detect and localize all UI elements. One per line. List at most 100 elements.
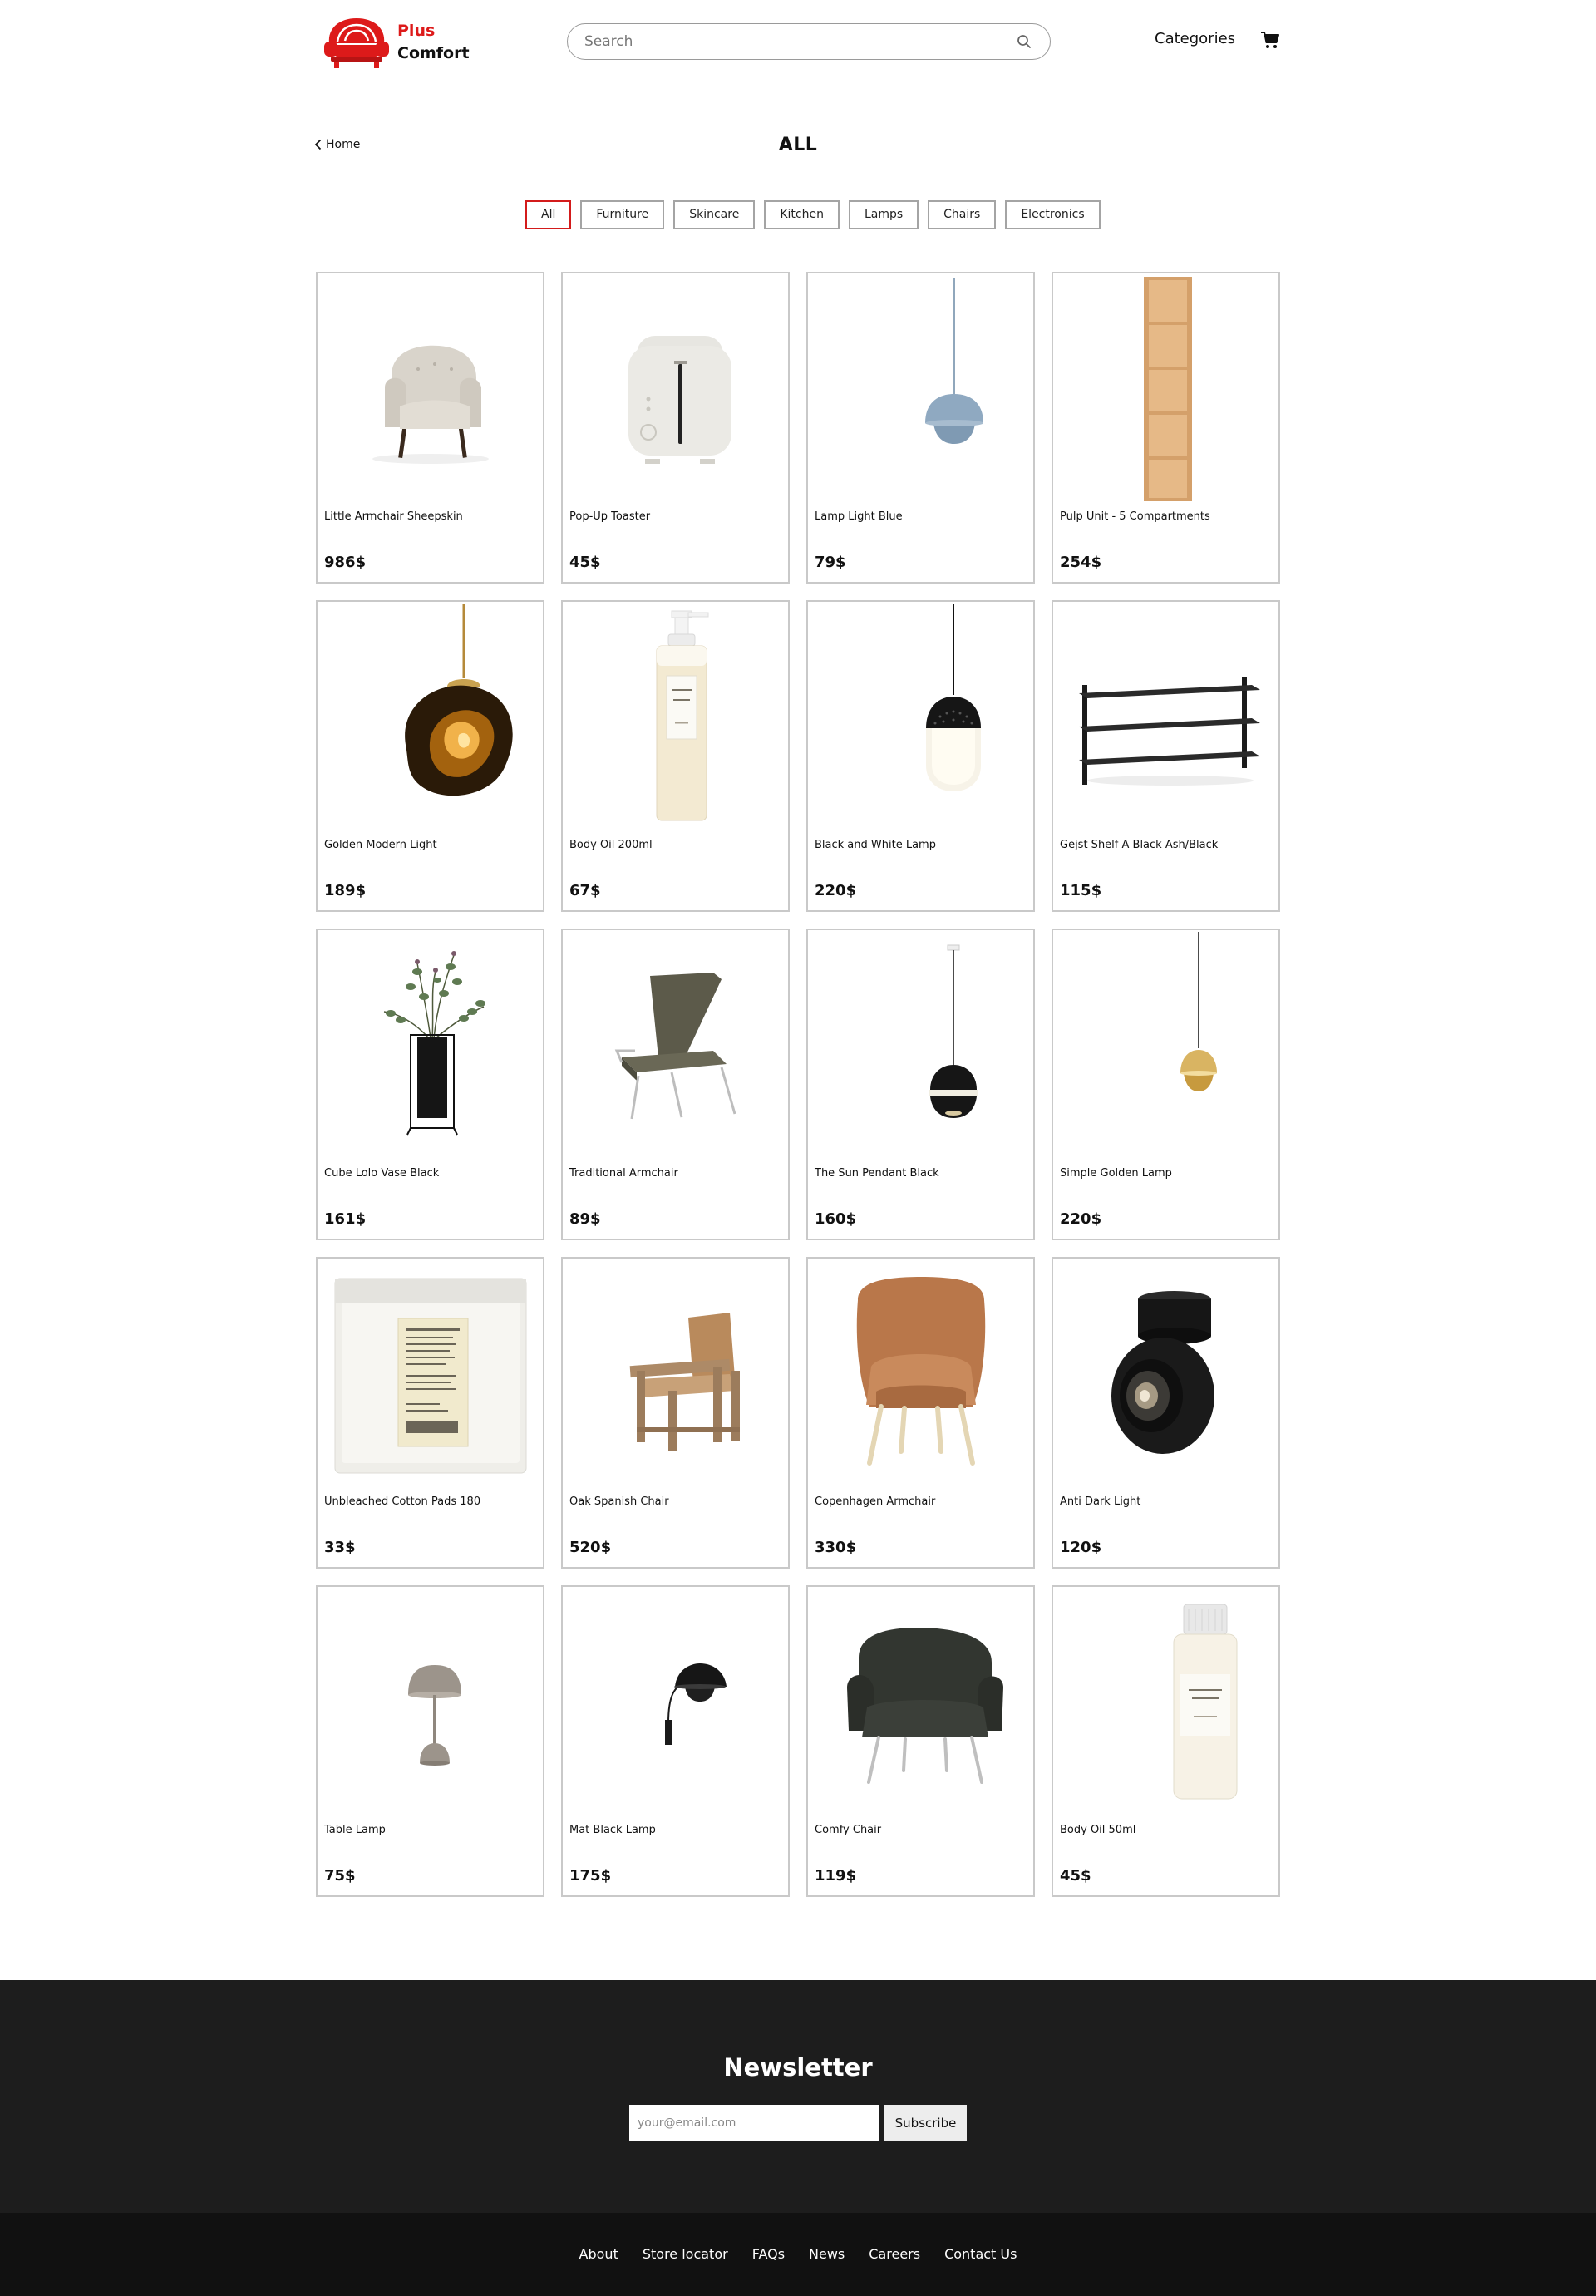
product-card[interactable]: Little Armchair Sheepskin 986$ <box>316 272 544 584</box>
newsletter-section: Newsletter Subscribe <box>0 1980 1596 2213</box>
product-card[interactable]: Table Lamp 75$ <box>316 1585 544 1897</box>
product-price: 220$ <box>815 882 857 899</box>
product-name: Body Oil 200ml <box>569 839 653 851</box>
product-price: 79$ <box>815 554 846 571</box>
product-name: Comfy Chair <box>815 1824 882 1836</box>
product-price: 45$ <box>569 554 601 571</box>
product-card[interactable]: Unbleached Cotton Pads 180 33$ <box>316 1257 544 1569</box>
product-card[interactable]: Lamp Light Blue 79$ <box>806 272 1035 584</box>
vase-image <box>383 951 485 1136</box>
product-card[interactable]: Anti Dark Light 120$ <box>1052 1257 1280 1569</box>
product-name: Unbleached Cotton Pads 180 <box>324 1495 481 1508</box>
sofa-logo-icon <box>324 18 389 68</box>
product-price: 67$ <box>569 882 601 899</box>
wall-lamp-image <box>664 1663 727 1745</box>
site-footer: About Store locator FAQs News Careers Co… <box>0 2213 1596 2296</box>
footer-links: About Store locator FAQs News Careers Co… <box>0 2246 1596 2262</box>
product-name: Body Oil 50ml <box>1060 1824 1136 1836</box>
wall-shelf-image <box>1078 677 1260 786</box>
product-price: 120$ <box>1060 1539 1102 1556</box>
search-bar <box>567 23 1051 60</box>
pendant-blue-image <box>924 278 983 444</box>
product-card[interactable]: The Sun Pendant Black 160$ <box>806 929 1035 1240</box>
product-price: 330$ <box>815 1539 857 1556</box>
search-icon[interactable] <box>1017 34 1032 49</box>
product-card[interactable]: Pop-Up Toaster 45$ <box>561 272 790 584</box>
pendant-sun-image <box>928 944 978 1118</box>
categories-link[interactable]: Categories <box>1155 30 1235 47</box>
product-price: 75$ <box>324 1867 356 1885</box>
product-name: Lamp Light Blue <box>815 510 903 523</box>
product-card[interactable]: Pulp Unit - 5 Compartments 254$ <box>1052 272 1280 584</box>
product-name: Anti Dark Light <box>1060 1495 1141 1508</box>
brand-name-plus: Plus <box>397 22 436 40</box>
toaster-image <box>628 336 732 464</box>
pendant-black-white-image <box>925 604 981 791</box>
armchair-sheepskin-image <box>372 345 489 464</box>
product-price: 119$ <box>815 1867 857 1885</box>
product-price: 189$ <box>324 882 367 899</box>
search-input[interactable] <box>584 24 1000 59</box>
product-card[interactable]: Gejst Shelf A Black Ash/Black 115$ <box>1052 600 1280 912</box>
page-title: ALL <box>778 135 818 155</box>
product-card[interactable]: Body Oil 200ml 67$ <box>561 600 790 912</box>
spanish-chair-image <box>629 1313 740 1451</box>
product-card[interactable]: Golden Modern Light 189$ <box>316 600 544 912</box>
small-bottle-image <box>1173 1604 1237 1800</box>
product-card[interactable]: Body Oil 50ml 45$ <box>1052 1585 1280 1897</box>
product-price: 175$ <box>569 1867 612 1885</box>
footer-link-careers[interactable]: Careers <box>869 2246 920 2262</box>
site-header: Plus Comfort Categories <box>0 0 1596 83</box>
lounge-chair-image <box>614 973 736 1120</box>
product-name: Black and White Lamp <box>815 839 936 851</box>
footer-link-news[interactable]: News <box>809 2246 845 2262</box>
product-card[interactable]: Simple Golden Lamp 220$ <box>1052 929 1280 1240</box>
pendant-gold-image <box>1180 932 1217 1091</box>
product-price: 45$ <box>1060 1867 1091 1885</box>
product-card[interactable]: Mat Black Lamp 175$ <box>561 1585 790 1897</box>
footer-link-store-locator[interactable]: Store locator <box>643 2246 728 2262</box>
product-name: Cube Lolo Vase Black <box>324 1167 440 1180</box>
filter-electronics[interactable]: Electronics <box>1005 200 1101 229</box>
newsletter-title: Newsletter <box>723 2053 873 2082</box>
product-card[interactable]: Oak Spanish Chair 520$ <box>561 1257 790 1569</box>
category-filters: All Furniture Skincare Kitchen Lamps Cha… <box>525 200 1101 230</box>
product-card[interactable]: Cube Lolo Vase Black 161$ <box>316 929 544 1240</box>
product-price: 89$ <box>569 1210 601 1228</box>
product-card[interactable]: Comfy Chair 119$ <box>806 1585 1035 1897</box>
product-price: 220$ <box>1060 1210 1102 1228</box>
pump-bottle-image <box>656 610 708 821</box>
product-name: Mat Black Lamp <box>569 1824 656 1836</box>
product-price: 254$ <box>1060 554 1102 571</box>
pendant-golden-melt-image <box>404 604 513 796</box>
leather-armchair-image <box>856 1277 985 1466</box>
subscribe-button[interactable]: Subscribe <box>884 2105 967 2141</box>
filter-lamps[interactable]: Lamps <box>848 200 919 229</box>
filter-chairs[interactable]: Chairs <box>928 200 997 229</box>
product-card[interactable]: Copenhagen Armchair 330$ <box>806 1257 1035 1569</box>
product-name: The Sun Pendant Black <box>815 1167 939 1180</box>
filter-furniture[interactable]: Furniture <box>580 200 665 229</box>
product-name: Pop-Up Toaster <box>569 510 651 523</box>
product-grid: Little Armchair Sheepskin 986$ Pop-Up To… <box>316 272 1280 1897</box>
cart-icon[interactable] <box>1260 30 1280 50</box>
product-name: Simple Golden Lamp <box>1060 1167 1172 1180</box>
product-name: Table Lamp <box>324 1824 386 1836</box>
product-price: 520$ <box>569 1539 612 1556</box>
spotlight-image <box>1111 1291 1214 1454</box>
product-name: Copenhagen Armchair <box>815 1495 936 1508</box>
filter-all[interactable]: All <box>525 200 572 229</box>
footer-link-about[interactable]: About <box>579 2246 618 2262</box>
comfy-chair-image <box>846 1628 1003 1784</box>
filter-kitchen[interactable]: Kitchen <box>764 200 840 229</box>
product-name: Traditional Armchair <box>569 1167 678 1180</box>
footer-link-faqs[interactable]: FAQs <box>752 2246 785 2262</box>
product-card[interactable]: Traditional Armchair 89$ <box>561 929 790 1240</box>
table-lamp-image <box>407 1665 461 1766</box>
brand-name-comfort: Comfort <box>397 44 470 62</box>
product-card[interactable]: Black and White Lamp 220$ <box>806 600 1035 912</box>
newsletter-email-field[interactable] <box>629 2105 879 2141</box>
footer-link-contact-us[interactable]: Contact Us <box>944 2246 1017 2262</box>
brand-logo[interactable]: Plus Comfort <box>323 15 472 70</box>
filter-skincare[interactable]: Skincare <box>673 200 756 229</box>
